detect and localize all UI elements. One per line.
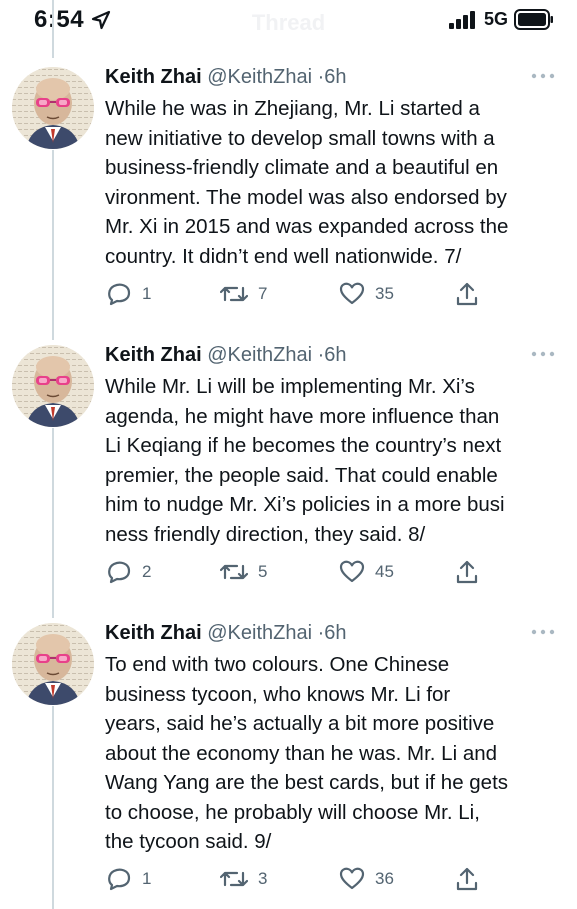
more-dots-icon[interactable]: [530, 627, 556, 637]
battery-icon: [514, 9, 553, 30]
network-type: 5G: [484, 9, 509, 29]
retweet-count: 3: [258, 869, 268, 888]
cellular-signal-icon: [449, 11, 475, 29]
like-button[interactable]: 36: [339, 865, 394, 893]
heart-icon: [339, 867, 365, 890]
author-handle[interactable]: @KeithZhai: [207, 344, 312, 366]
reply-count: 1: [142, 869, 152, 888]
share-button[interactable]: [455, 280, 479, 308]
retweet-button[interactable]: 3: [220, 865, 267, 893]
more-dots-icon[interactable]: [530, 71, 556, 81]
like-count: 45: [375, 562, 394, 581]
reply-icon: [108, 561, 131, 584]
share-button[interactable]: [455, 865, 479, 893]
more-dots-icon[interactable]: [530, 349, 556, 359]
share-icon: [456, 867, 478, 891]
reply-icon: [108, 868, 131, 891]
reply-button[interactable]: 1: [106, 865, 151, 893]
avatar[interactable]: [12, 623, 94, 705]
tweet-text: To end with two colours. One Chinese bus…: [105, 653, 509, 853]
retweet-button[interactable]: 7: [220, 280, 267, 308]
retweet-icon: [220, 564, 248, 580]
share-button[interactable]: [455, 558, 479, 586]
reply-count: 2: [142, 562, 152, 581]
twitter-thread-screen: 6:54 Thread 5G Keith Zhai @KeithZhai ·6h: [0, 0, 577, 909]
retweet-icon: [220, 871, 248, 887]
tweet-text: While Mr. Li will be implementing Mr. Xi…: [105, 375, 505, 546]
tweet[interactable]: Keith Zhai @KeithZhai ·6h While he was i…: [0, 65, 577, 315]
tweet-text: While he was in Zhejiang, Mr. Li started…: [105, 97, 509, 268]
like-button[interactable]: 45: [339, 558, 394, 586]
tweet-time[interactable]: 6h: [324, 66, 346, 88]
retweet-icon: [220, 286, 248, 302]
reply-button[interactable]: 2: [106, 558, 151, 586]
reply-button[interactable]: 1: [106, 280, 151, 308]
like-count: 35: [375, 284, 394, 303]
avatar[interactable]: [12, 345, 94, 427]
reply-count: 1: [142, 284, 152, 303]
avatar[interactable]: [12, 67, 94, 149]
thread-connector: [52, 0, 54, 58]
tweet-header: Keith Zhai @KeithZhai ·6h: [105, 621, 347, 645]
tweet-time[interactable]: 6h: [324, 622, 346, 644]
reply-icon: [108, 283, 131, 306]
author-name[interactable]: Keith Zhai: [105, 66, 202, 88]
heart-icon: [339, 560, 365, 583]
share-icon: [456, 282, 478, 306]
retweet-count: 5: [258, 562, 268, 581]
author-name[interactable]: Keith Zhai: [105, 622, 202, 644]
like-button[interactable]: 35: [339, 280, 394, 308]
author-handle[interactable]: @KeithZhai: [207, 66, 312, 88]
status-bar: 6:54 Thread 5G: [0, 0, 577, 44]
tweet-time[interactable]: 6h: [324, 344, 346, 366]
share-icon: [456, 560, 478, 584]
tweet-header: Keith Zhai @KeithZhai ·6h: [105, 343, 347, 367]
retweet-button[interactable]: 5: [220, 558, 267, 586]
tweet[interactable]: Keith Zhai @KeithZhai ·6h To end with tw…: [0, 621, 577, 909]
like-count: 36: [375, 869, 394, 888]
tweet-header: Keith Zhai @KeithZhai ·6h: [105, 65, 347, 89]
tweet[interactable]: Keith Zhai @KeithZhai ·6h While Mr. Li w…: [0, 343, 577, 593]
retweet-count: 7: [258, 284, 268, 303]
author-name[interactable]: Keith Zhai: [105, 344, 202, 366]
author-handle[interactable]: @KeithZhai: [207, 622, 312, 644]
heart-icon: [339, 282, 365, 305]
